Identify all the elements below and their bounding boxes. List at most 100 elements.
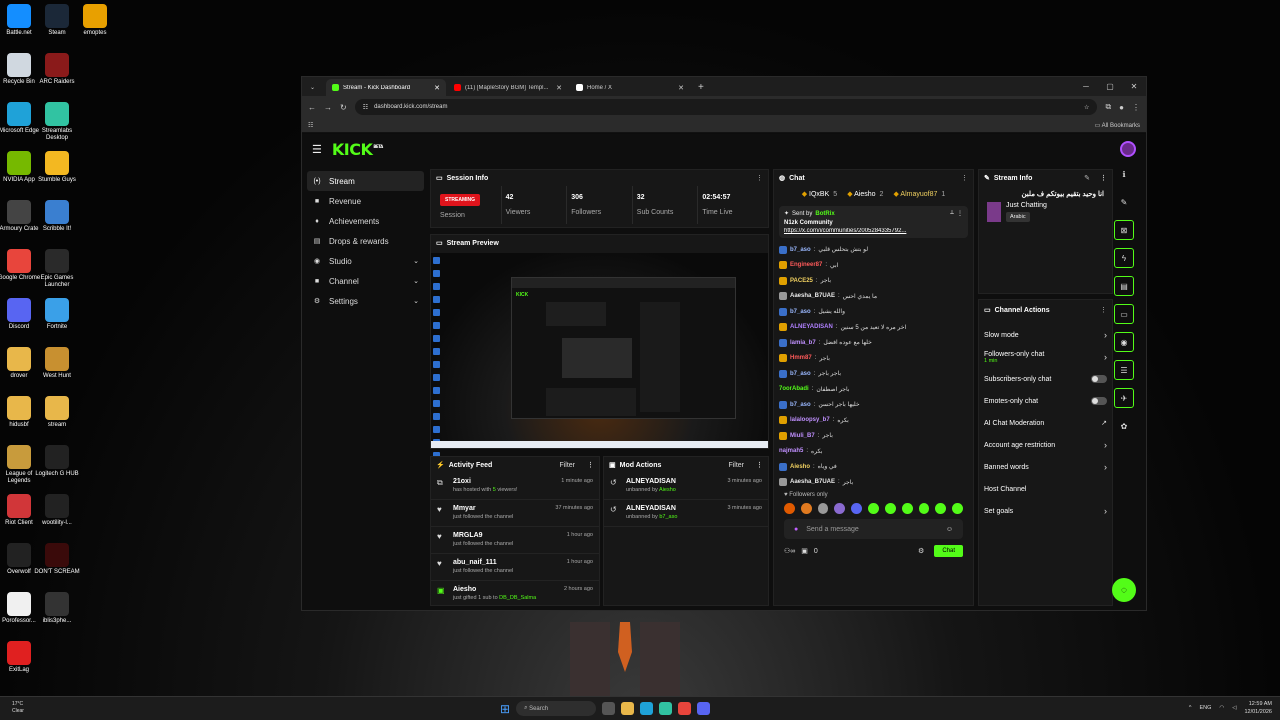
sidebar-item-stream[interactable]: (•) Stream — [307, 171, 424, 191]
desktop-icon[interactable]: Streamlabs Desktop — [32, 102, 82, 142]
discord-icon[interactable] — [697, 702, 711, 715]
chat-message[interactable]: 7oorAbadi: باجر اصطفان — [779, 382, 968, 398]
emote-icon[interactable] — [800, 503, 812, 514]
site-info-icon[interactable]: ☷ — [363, 104, 368, 111]
chat-message[interactable]: b7_aso: لو بتش بتحلس قلبي — [779, 242, 968, 258]
weather-widget[interactable]: 17°C Clear — [12, 701, 24, 715]
broadcast-icon[interactable]: ◉ — [1114, 332, 1134, 352]
points-icon[interactable]: ⚇∞ — [784, 547, 795, 555]
desktop-icon[interactable]: emoptes — [70, 4, 120, 37]
extensions-icon[interactable]: ⧉ — [1105, 102, 1111, 112]
reload-icon[interactable]: ↻ — [340, 103, 347, 112]
more-icon[interactable]: ⋮ — [961, 174, 968, 182]
chat-message[interactable]: b7_aso: باجر باجر — [779, 366, 968, 382]
chat-username[interactable]: lamia_b7 — [790, 340, 816, 346]
pinned-message[interactable]: ✦ Sent by BotRix ⟂ ⋮ N1zk Community https://… — [779, 206, 968, 238]
info-circle-icon[interactable]: ℹ — [1114, 164, 1134, 184]
emote-icon[interactable] — [935, 503, 947, 514]
chat-message[interactable]: Aaesha_B7UAE: باجر — [779, 475, 968, 491]
emote-icon[interactable] — [784, 503, 795, 514]
channel-action-banned-words[interactable]: Banned words › — [979, 456, 1112, 478]
channel-action-host-channel[interactable]: Host Channel — [979, 478, 1112, 500]
desktop-icon[interactable]: iblis3phe... — [32, 592, 82, 625]
channel-action-slow-mode[interactable]: Slow mode › — [979, 324, 1112, 346]
tab-close-icon[interactable]: ✕ — [434, 84, 440, 92]
language-indicator[interactable]: ENG — [1200, 705, 1212, 711]
chat-message[interactable]: PACE25: باجر — [779, 273, 968, 289]
profile-icon[interactable]: ● — [1119, 103, 1124, 112]
more-icon[interactable]: ⋮ — [957, 210, 963, 217]
desktop-icon[interactable]: Stumble Guys — [32, 151, 82, 184]
chat-message[interactable]: Aaesha_B7UAE: ما يمدي احس — [779, 289, 968, 305]
sidebar-item-revenue[interactable]: ■ Revenue — [307, 191, 424, 211]
more-icon[interactable]: ⋮ — [1100, 174, 1107, 182]
all-bookmarks[interactable]: ▭ All Bookmarks — [1095, 122, 1140, 129]
channel-action-subscribers-only-chat[interactable]: Subscribers-only chat — [979, 368, 1112, 390]
desktop-icon[interactable]: Logitech G HUB — [32, 445, 82, 478]
chat-message[interactable]: lalaloopsy_b7: بكره — [779, 413, 968, 429]
desktop-icon[interactable]: Epic Games Launcher — [32, 249, 82, 289]
toggle-switch[interactable] — [1091, 375, 1107, 383]
pinned-link[interactable]: https://x.com/i/communities/200528433579… — [784, 228, 963, 234]
emote-icon[interactable] — [817, 503, 829, 514]
sidebar-item-drops[interactable]: ▤ Drops & rewards — [307, 231, 424, 251]
chat-username[interactable]: b7_aso — [790, 371, 811, 377]
stream-preview-video[interactable]: KICK — [431, 253, 768, 537]
lightning-icon[interactable]: ϟ — [1114, 248, 1134, 268]
streamlabs-icon[interactable] — [659, 702, 673, 715]
browser-tab[interactable]: Home / X ✕ — [570, 79, 690, 96]
sidebar-item-settings[interactable]: ⚙ Settings ⌄ — [307, 291, 424, 311]
chat-username[interactable]: Engineer87 — [790, 262, 822, 268]
apps-icon[interactable]: ☷ — [308, 122, 313, 129]
chat-message[interactable]: lamia_b7: خلها مع عوده افضل — [779, 335, 968, 351]
desktop-icon[interactable]: wootility-l... — [32, 494, 82, 527]
desktop-icon[interactable]: ExitLag — [0, 641, 44, 674]
explorer-icon[interactable] — [621, 702, 635, 715]
chat-username[interactable]: lalaloopsy_b7 — [790, 417, 830, 423]
tray-chevron-icon[interactable]: ^ — [1189, 705, 1192, 711]
desktop-icon[interactable]: West Hunt — [32, 347, 82, 380]
chat-username[interactable]: b7_aso — [790, 309, 811, 315]
chat-username[interactable]: PACE25 — [790, 278, 813, 284]
hamburger-icon[interactable]: ☰ — [312, 143, 322, 156]
address-bar[interactable]: ☷ dashboard.kick.com/stream ☆ — [354, 99, 1098, 115]
pencil-icon[interactable]: ✎ — [1114, 192, 1134, 212]
sidebar-item-studio[interactable]: ◉ Studio ⌄ — [307, 251, 424, 271]
new-tab-button[interactable]: + — [692, 79, 710, 96]
toggle-switch[interactable] — [1091, 397, 1107, 405]
chat-send-button[interactable]: Chat — [934, 545, 963, 557]
edit-icon[interactable]: ✎ — [1084, 174, 1090, 182]
desktop-icon[interactable]: DON'T SCREAM — [32, 543, 82, 576]
chat-username[interactable]: Aaesha_B7UAE — [790, 479, 835, 485]
chat-message[interactable]: najmah5: بكره — [779, 444, 968, 460]
chat-username[interactable]: Miuli_B7 — [790, 433, 815, 439]
tab-close-icon[interactable]: ✕ — [556, 84, 562, 92]
chat-username[interactable]: 7oorAbadi — [779, 386, 809, 392]
clock[interactable]: 12:59 AM 12/01/2026 — [1244, 700, 1272, 716]
more-icon[interactable]: ⋮ — [756, 461, 763, 469]
chat-username[interactable]: Aaesha_B7UAE — [790, 293, 835, 299]
browser-tab[interactable]: Stream - Kick Dashboard ✕ — [326, 79, 446, 96]
desktop-icon[interactable]: Fortnite — [32, 298, 82, 331]
channel-action-ai-chat-moderation[interactable]: AI Chat Moderation ↗ — [979, 412, 1112, 434]
emote-icon[interactable] — [834, 503, 846, 514]
desktop-icon[interactable]: ARC Raiders — [32, 53, 82, 86]
chat-settings-icon[interactable]: ⚙ — [918, 547, 924, 555]
top-gifter[interactable]: ◆ IQxBK 5 — [802, 190, 837, 198]
emote-icon[interactable] — [868, 503, 879, 514]
maximize-icon[interactable]: ▢ — [1098, 77, 1122, 96]
wifi-icon[interactable]: ◠ — [1219, 705, 1224, 711]
layers-icon[interactable]: ☰ — [1114, 360, 1134, 380]
clipboard-icon[interactable]: ▤ — [1114, 276, 1134, 296]
puzzle-icon[interactable]: ✿ — [1114, 416, 1134, 436]
task-view-icon[interactable] — [602, 702, 616, 715]
chat-username[interactable]: Aiesho — [790, 464, 810, 470]
gift-icon[interactable]: ▣ — [801, 547, 808, 555]
chat-message[interactable]: ALNEYADISAN: اخر مره لا تعيد من 5 سنين — [779, 320, 968, 336]
wrench-tool-icon[interactable]: ✈ — [1114, 388, 1134, 408]
emote-icon[interactable] — [884, 503, 896, 514]
top-gifter[interactable]: ◆ Almayuof87 1 — [893, 190, 945, 198]
kick-logo[interactable]: KICKBETA — [332, 140, 383, 159]
channel-action-account-age-restriction[interactable]: Account age restriction › — [979, 434, 1112, 456]
chrome-icon[interactable] — [678, 702, 692, 715]
